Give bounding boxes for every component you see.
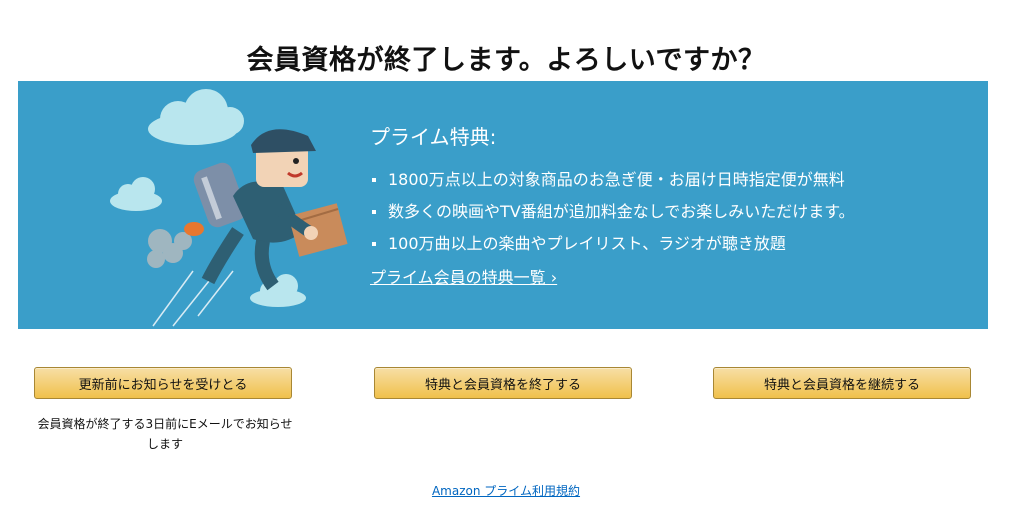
- prime-benefits-banner: プライム特典: 1800万点以上の対象商品のお急ぎ便・お届け日時指定便が無料 数…: [18, 81, 988, 329]
- notify-before-renewal-button[interactable]: 更新前にお知らせを受けとる: [34, 367, 292, 399]
- benefits-list: 1800万点以上の対象商品のお急ぎ便・お届け日時指定便が無料 数多くの映画やTV…: [370, 164, 970, 260]
- continue-membership-button[interactable]: 特典と会員資格を継続する: [713, 367, 971, 399]
- cloud-icon: [110, 177, 162, 211]
- list-item: 数多くの映画やTV番組が追加料金なしでお楽しみいただけます。: [370, 196, 970, 228]
- notify-caption: 会員資格が終了する3日前にEメールでお知らせします: [37, 417, 293, 451]
- list-item: 1800万点以上の対象商品のお急ぎ便・お届け日時指定便が無料: [370, 164, 970, 196]
- jetpack-delivery-illustration: [110, 89, 348, 327]
- benefits-panel: プライム特典: 1800万点以上の対象商品のお急ぎ便・お届け日時指定便が無料 数…: [370, 121, 970, 288]
- bullet-icon: [372, 210, 376, 214]
- benefit-text: 1800万点以上の対象商品のお急ぎ便・お届け日時指定便が無料: [388, 170, 845, 189]
- page-title: 会員資格が終了します。よろしいですか？: [246, 45, 766, 77]
- benefits-heading: プライム特典:: [370, 125, 497, 149]
- bullet-icon: [372, 178, 376, 182]
- prime-terms-link[interactable]: Amazon プライム利用規約: [0, 482, 1012, 499]
- benefit-text: 100万曲以上の楽曲やプレイリスト、ラジオが聴き放題: [388, 234, 786, 253]
- list-item: 100万曲以上の楽曲やプレイリスト、ラジオが聴き放題: [370, 228, 970, 260]
- cloud-icon: [148, 89, 244, 145]
- bullet-icon: [372, 242, 376, 246]
- cancel-membership-page: 会員資格が終了します。よろしいですか？ プライム特典: 1800万点以上の対象商…: [0, 0, 1012, 514]
- cloud-icon: [250, 274, 306, 307]
- end-membership-button[interactable]: 特典と会員資格を終了する: [374, 367, 632, 399]
- benefit-text: 数多くの映画やTV番組が追加料金なしでお楽しみいただけます。: [388, 202, 855, 221]
- prime-benefits-link[interactable]: プライム会員の特典一覧 ›: [370, 264, 557, 288]
